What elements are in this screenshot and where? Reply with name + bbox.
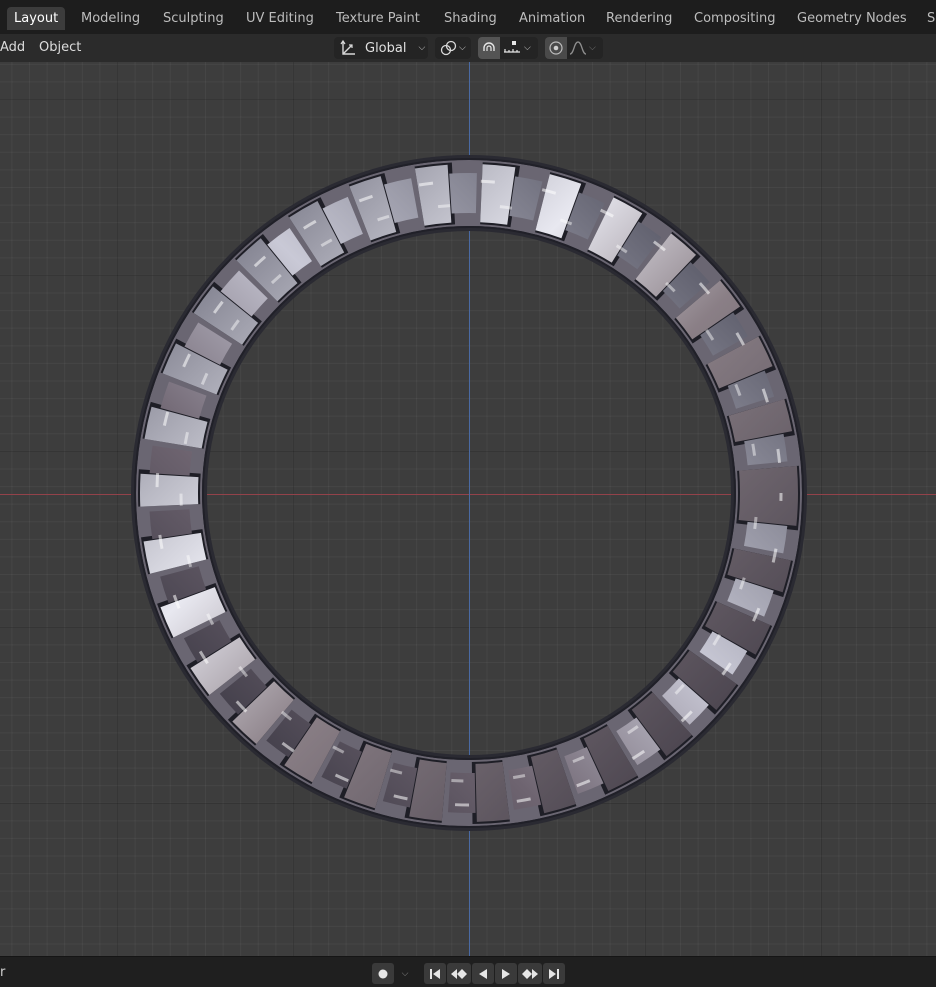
transform-orientation-icon — [339, 37, 359, 59]
tab-sculpting[interactable]: Sculpting — [156, 7, 231, 30]
falloff-curve-icon[interactable] — [567, 37, 589, 59]
chevron-down-icon: ⌵ — [459, 43, 466, 53]
tab-compositing[interactable]: Compositing — [687, 7, 783, 30]
twisted-braided-ring[interactable] — [0, 62, 936, 956]
tab-shading[interactable]: Shading — [437, 7, 504, 30]
timeline-footer: r ⌵ — [0, 956, 936, 987]
tab-animation[interactable]: Animation — [512, 7, 592, 30]
record-dot-icon[interactable] — [372, 963, 394, 984]
tab-rendering[interactable]: Rendering — [599, 7, 679, 30]
menu-add[interactable]: Add — [0, 39, 25, 57]
proportional-editing-group: ⌵ — [545, 37, 603, 59]
transform-orientation-label: Global — [365, 40, 407, 56]
tab-layout[interactable]: Layout — [7, 7, 66, 30]
jump-to-start-icon[interactable] — [424, 963, 446, 984]
chevron-down-icon: ⌵ — [524, 43, 531, 53]
menu-object[interactable]: Object — [39, 39, 81, 57]
snap-magnet-icon[interactable] — [478, 37, 500, 59]
snapping-group: ⌵ — [478, 37, 538, 59]
footer-left-text: r — [0, 965, 6, 980]
play-icon[interactable] — [495, 963, 517, 984]
pivot-point-dropdown[interactable]: ⌵ — [435, 37, 471, 59]
chevron-down-icon: ⌵ — [418, 43, 426, 53]
pivot-point-icon — [439, 37, 459, 59]
tab-uv-editing[interactable]: UV Editing — [239, 7, 321, 30]
play-reverse-icon[interactable] — [472, 963, 494, 984]
3d-viewport[interactable] — [0, 62, 936, 956]
prev-keyframe-icon[interactable] — [447, 963, 471, 984]
proportional-editing-icon[interactable] — [545, 37, 567, 59]
tab-scripting[interactable]: S — [920, 7, 936, 30]
viewport-header: Add Object Global ⌵ ⌵ ⌵ ⌵ — [0, 34, 936, 62]
chevron-down-icon: ⌵ — [589, 43, 596, 53]
workspace-tab-bar: Layout Modeling Sculpting UV Editing Tex… — [0, 0, 936, 34]
tab-texture-paint[interactable]: Texture Paint — [329, 7, 427, 30]
chevron-down-icon[interactable]: ⌵ — [396, 963, 414, 984]
next-keyframe-icon[interactable] — [518, 963, 542, 984]
tab-geometry-nodes[interactable]: Geometry Nodes — [790, 7, 914, 30]
snap-increment-icon[interactable] — [500, 37, 524, 59]
transform-orientation-dropdown[interactable]: Global ⌵ — [334, 37, 428, 59]
tab-modeling[interactable]: Modeling — [74, 7, 147, 30]
jump-to-end-icon[interactable] — [543, 963, 565, 984]
